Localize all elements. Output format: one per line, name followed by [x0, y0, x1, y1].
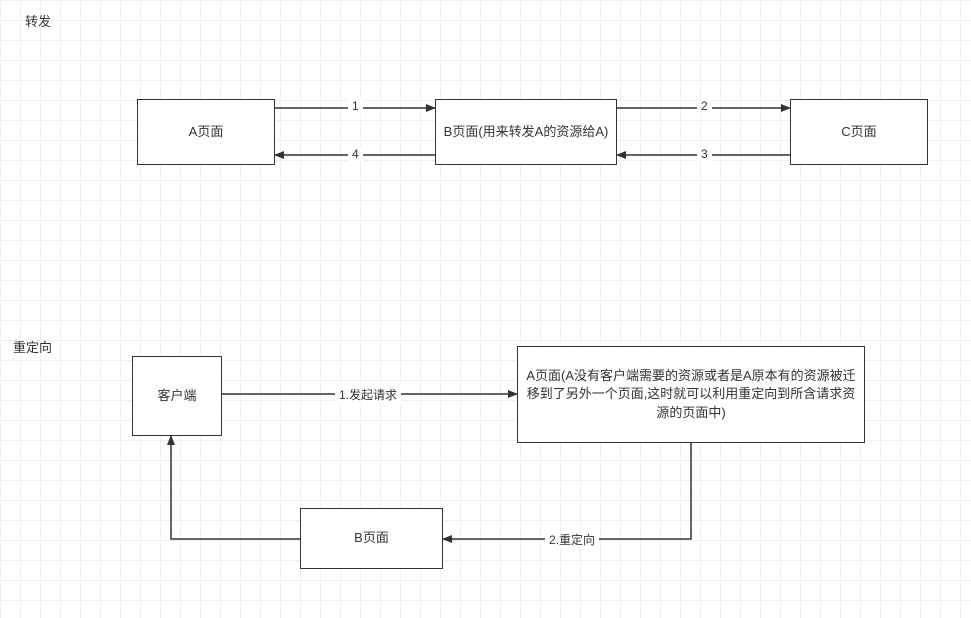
node-client-label: 客户端	[157, 387, 196, 405]
edge-label-4: 4	[348, 147, 363, 161]
edge-label-2: 2	[697, 99, 712, 113]
node-client: 客户端	[132, 356, 222, 436]
node-c-page: C页面	[790, 99, 928, 165]
node-b-redirect: B页面	[300, 508, 443, 569]
section-forward-title: 转发	[25, 11, 51, 30]
node-c-label: C页面	[841, 123, 876, 141]
node-b-page: B页面(用来转发A的资源给A)	[435, 99, 617, 165]
node-a-label: A页面	[189, 123, 224, 141]
edge-label-3: 3	[697, 147, 712, 161]
edge-label-redirect: 2.重定向	[545, 531, 599, 548]
node-a-redirect-label: A页面(A没有客户端需要的资源或者是A原本有的资源被迁移到了另外一个页面,这时就…	[524, 367, 858, 422]
node-b-label: B页面(用来转发A的资源给A)	[444, 123, 609, 141]
node-a-redirect: A页面(A没有客户端需要的资源或者是A原本有的资源被迁移到了另外一个页面,这时就…	[517, 346, 865, 443]
node-b-redirect-label: B页面	[354, 529, 389, 547]
node-a-page: A页面	[137, 99, 275, 165]
section-redirect-title: 重定向	[13, 337, 52, 356]
edge-label-1: 1	[348, 99, 363, 113]
edge-label-request: 1.发起请求	[335, 386, 401, 403]
